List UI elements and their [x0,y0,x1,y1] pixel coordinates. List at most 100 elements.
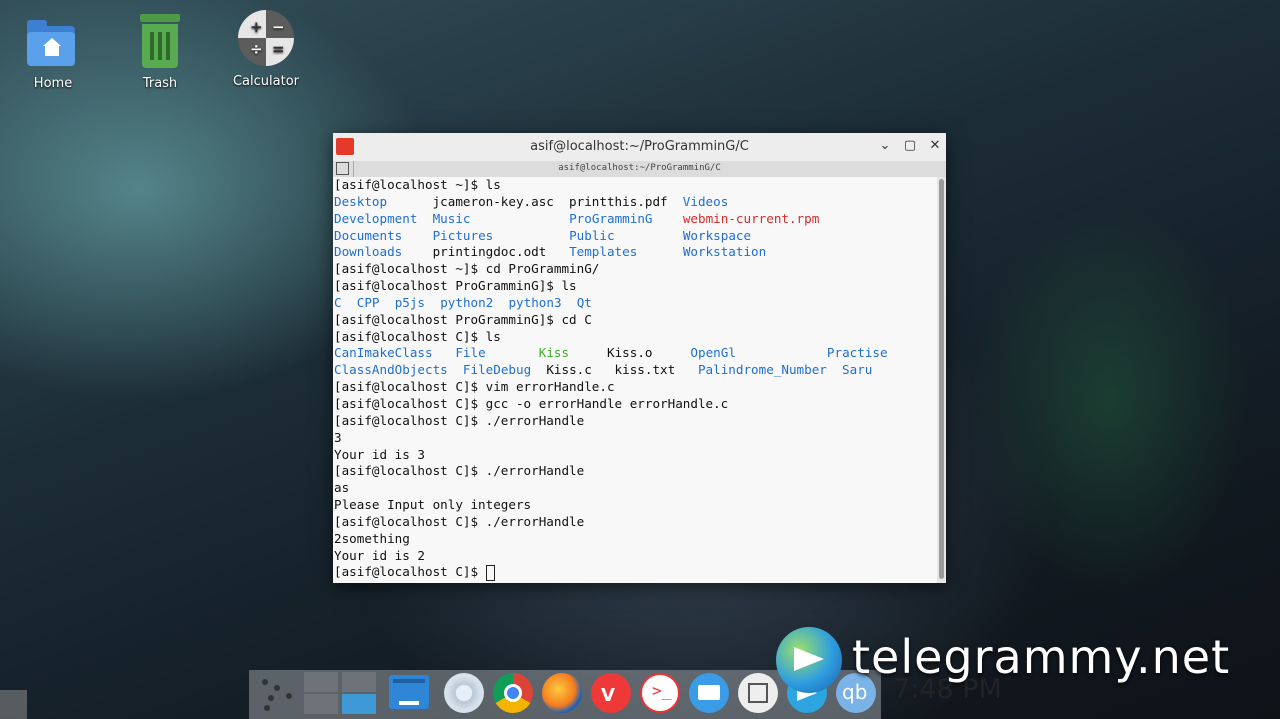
trash-icon [130,12,190,72]
terminal-line: [asif@localhost C]$ ./errorHandle [333,413,937,430]
terminal-text: ClassAndObjects [334,362,448,378]
minimize-button[interactable]: ⌄ [877,138,893,154]
close-button[interactable]: ✕ [927,138,943,154]
desktop-icon-calculator[interactable]: + − ÷ = Calculator [221,10,311,89]
terminal-icon[interactable]: >_ [640,673,680,713]
window-title: asif@localhost:~/ProGramminG/C [530,139,749,154]
terminal-line: [asif@localhost ~]$ cd ProGramminG/ [333,261,937,278]
terminal-line: 2something [333,531,937,548]
terminal-text: [asif@localhost C]$ gcc -o errorHandle e… [334,395,729,411]
terminal-line: Your id is 2 [333,548,937,565]
terminal-text: [asif@localhost C]$ ls [334,328,501,344]
watermark-text: telegrammy.net [852,630,1231,684]
text-cursor [485,564,495,581]
maximize-button[interactable]: ▢ [902,138,918,154]
desktop-icon-label: Calculator [232,74,299,89]
desktop-icon-home[interactable]: Home [8,12,98,91]
terminal-output[interactable]: [asif@localhost ~]$ ls Desktop jcameron-k… [333,177,937,583]
chrome-icon[interactable] [493,673,533,713]
terminal-text: File [455,345,486,361]
terminal-text: [asif@localhost ~]$ cd ProGramminG/ [334,261,600,277]
terminal-text: Templates [569,244,638,260]
terminal-text: Kiss [538,345,570,361]
terminal-line: C CPP p5js python2 python3 Qt [333,295,937,312]
desktop-icon-label: Home [33,76,73,91]
home-folder-icon [23,12,83,72]
terminal-line: Your id is 3 [333,447,937,464]
terminal-line: Development Music ProGramminG webmin-cur… [333,211,937,228]
terminal-line: ClassAndObjects FileDebug Kiss.c kiss.tx… [333,362,937,379]
vivaldi-icon[interactable]: V [591,673,631,713]
desktop-icon-trash[interactable]: Trash [115,12,205,91]
window-titlebar[interactable]: asif@localhost:~/ProGramminG/C ⌄ ▢ ✕ [333,133,946,161]
terminal-text: CPP [356,294,380,310]
terminal-text: ProGramminG [569,210,653,226]
mail-icon[interactable] [689,673,729,713]
terminal-text: Desktop [334,193,388,209]
globe-logo-icon [776,627,842,693]
terminal-text: 2something [334,530,410,546]
terminal-text: Kiss.o [569,345,691,361]
archive-icon[interactable] [738,673,778,713]
terminal-text: Documents [334,227,403,243]
terminal-text: Videos [682,193,729,209]
terminal-line: Documents Pictures Public Workspace [333,228,937,245]
terminal-text: Kiss.c kiss.txt [531,362,698,378]
terminal-line: Please Input only integers [333,497,937,514]
terminal-line: 3 [333,430,937,447]
terminal-text: [asif@localhost C]$ ./errorHandle [334,412,585,428]
terminal-line: [asif@localhost ProGramminG]$ cd C [333,312,937,329]
chromium-icon[interactable] [444,673,484,713]
terminal-text: python2 [440,294,494,310]
terminal-text: OpenGl [690,345,736,361]
firefox-icon[interactable] [542,673,582,713]
terminal-line: [asif@localhost C]$ gcc -o errorHandle e… [333,396,937,413]
terminal-text: jcameron-key.asc printthis.pdf [387,193,683,209]
scrollbar[interactable] [937,177,946,583]
terminal-text: webmin-current.rpm [682,210,820,226]
terminal-text: Development [334,210,418,226]
terminal-text: [asif@localhost C]$ ./errorHandle [334,463,585,479]
tab-title[interactable]: asif@localhost:~/ProGramminG/C [333,163,946,173]
file-manager-icon[interactable] [389,675,429,713]
terminal-line: [asif@localhost C]$ vim errorHandle.c [333,379,937,396]
terminal-text: Please Input only integers [334,497,532,513]
scrollbar-thumb[interactable] [939,179,944,579]
terminal-text: Downloads [334,244,403,260]
terminal-text: Your id is 2 [334,547,425,563]
terminal-text: Palindrome_Number [697,362,827,378]
terminal-text: Workstation [682,244,767,260]
terminal-text: [asif@localhost C]$ ./errorHandle [334,513,585,529]
terminal-line: [asif@localhost C]$ ./errorHandle [333,514,937,531]
terminal-text: Your id is 3 [334,446,425,462]
terminal-text: C [334,294,342,310]
terminal-text: CanImakeClass [334,345,433,361]
terminal-line: [asif@localhost C]$ ls [333,329,937,346]
terminal-text: [asif@localhost C]$ vim errorHandle.c [334,379,615,395]
terminal-text: Pictures [432,227,494,243]
terminal-text: as [334,480,350,496]
terminal-line: as [333,480,937,497]
terminal-text: [asif@localhost ~]$ ls [334,177,501,192]
terminal-text: Qt [576,294,592,310]
calculator-icon: + − ÷ = [236,10,296,70]
terminal-line: CanImakeClass File Kiss Kiss.o OpenGl Pr… [333,345,937,362]
workspace-switcher-icon[interactable] [302,670,379,716]
show-desktop-button[interactable] [0,690,27,719]
terminal-text: p5js [394,294,426,310]
app-launcher-icon[interactable] [258,675,294,711]
